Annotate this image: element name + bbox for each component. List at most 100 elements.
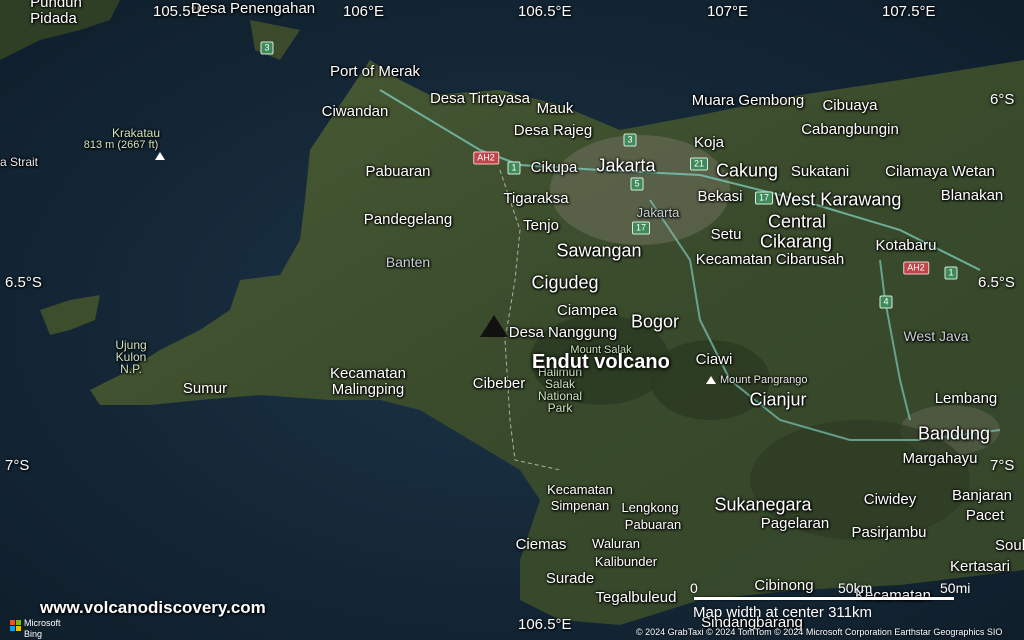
road-shield-3b: 3 [623,133,637,147]
place-sukanegara: Sukanegara [714,494,812,515]
place-penengahan: Desa Penengahan [190,0,316,17]
place-central: Central [767,211,827,232]
place-bekasi: Bekasi [697,188,743,205]
place-sumur: Sumur [182,380,228,397]
coord-top-106-5: 106.5°E [518,3,572,20]
krakatau-name: Krakatau [111,126,161,140]
place-bogor: Bogor [630,311,680,332]
place-ciampea: Ciampea [556,302,618,319]
place-koja: Koja [693,134,725,151]
place-tenjo: Tenjo [523,217,559,234]
place-cianjur: Cianjur [749,389,807,410]
scale-zero: 0 [690,580,698,596]
scale-mi: 50mi [940,580,971,596]
road-shield-ah2b: AH2 [903,261,929,275]
place-ciawi: Ciawi [695,351,733,368]
place-soul: Soul [995,537,1024,554]
ms-logo-yellow [16,626,21,631]
provider-bing: Bing [24,629,43,639]
road-shield-21: 21 [689,157,709,171]
road-shield-ah2: AH2 [473,151,499,165]
coord-right-6: 6°S [990,91,1015,108]
place-cakung: Cakung [715,160,779,181]
ujung-kulon-label: Ujung Kulon N.P. [115,338,147,376]
place-ciwidey: Ciwidey [863,491,917,508]
place-cibeber: Cibeber [472,375,526,392]
place-pabuaran-north: Pabuaran [365,163,431,180]
ms-logo-blue [10,626,15,631]
coord-right-7: 7°S [990,457,1015,474]
road-shield-5: 5 [630,177,644,191]
coord-top-106: 106°E [343,3,385,20]
place-cikarang: Cikarang [759,231,833,252]
place-lembang: Lembang [934,390,998,407]
place-banjaran: Banjaran [951,487,1013,504]
region-jakarta: Jakarta [636,205,680,220]
road-shield-1b: 1 [944,266,958,280]
volcano-title[interactable]: Endut volcano [532,351,670,374]
place-merak: Port of Merak [329,63,421,80]
coord-right-6-5: 6.5°S [978,274,1015,291]
place-cibuaya: Cibuaya [822,97,878,114]
place-pagelaran: Pagelaran [760,515,830,532]
map-attribution: © 2024 GrabTaxi © 2024 TomTom © 2024 Mic… [636,627,1003,637]
place-nanggung: Desa Nanggung [508,324,618,341]
place-sukatani: Sukatani [790,163,850,180]
place-cigudeg: Cigudeg [531,272,599,293]
scale-line [694,597,954,600]
place-pacet: Pacet [965,507,1005,524]
place-tigaraksa: Tigaraksa [503,190,569,207]
volcano-marker-icon[interactable] [480,315,508,337]
place-rajeg: Desa Rajeg [513,122,593,139]
region-west-java: West Java [903,328,969,344]
place-pasirjambu: Pasirjambu [851,524,927,541]
place-west-karawang: West Karawang [774,189,902,210]
scale-km: 50km [838,580,873,596]
place-pabuaran-south: Pabuaran [624,517,682,532]
place-tegalbuleud: Tegalbuleud [595,589,677,606]
coord-left-6-5: 6.5°S [5,274,42,291]
place-kalibunder: Kalibunder [594,554,658,569]
place-cilamaya: Cilamaya Wetan [885,163,995,180]
road-shield-17: 17 [754,191,774,205]
ms-logo-green [16,620,21,625]
region-banten: Banten [385,254,431,270]
road-shield-4: 4 [879,295,893,309]
place-setu: Setu [710,226,742,243]
place-blanakan: Blanakan [940,187,1004,204]
coord-top-107-5: 107.5°E [882,3,936,20]
place-cikupa: Cikupa [530,159,578,176]
place-mauk: Mauk [536,100,574,117]
place-surade: Surade [545,570,595,587]
coord-bottom-106-5: 106.5°E [518,616,572,633]
place-punduh: Punduh Pidada [30,0,82,27]
krakatau-peak-icon[interactable] [155,152,165,160]
place-margahayu: Margahayu [902,450,978,467]
map-width-text: Map width at center 311km [693,604,872,621]
road-shield-1: 1 [507,161,521,175]
place-tirtayasa: Desa Tirtayasa [429,90,531,107]
place-sawangan: Sawangan [556,240,642,261]
coord-top-107: 107°E [707,3,749,20]
place-waluran: Waluran [592,536,640,551]
place-cabangbungin: Cabangbungin [801,121,899,138]
pangrango-peak-icon[interactable] [706,376,716,384]
place-pandeglang: Pandegelang [363,211,453,228]
place-kertasari: Kertasari [949,558,1011,575]
place-kotabaru: Kotabaru [875,237,937,254]
place-jakarta: Jakarta [596,155,656,176]
place-ciemas: Ciemas [515,536,567,553]
coord-left-7: 7°S [5,457,30,474]
place-malingping: Kecamatan Malingping [330,365,406,398]
mount-pangrango-label: Mount Pangrango [720,374,808,386]
strait-label: a Strait [0,155,39,169]
place-ciwandan: Ciwandan [321,103,389,120]
road-shield-3: 3 [260,41,274,55]
place-bandung: Bandung [917,423,991,444]
provider-microsoft: Microsoft [24,618,61,628]
website-link[interactable]: www.volcanodiscovery.com [40,598,266,618]
road-shield-17b: 17 [631,221,651,235]
microsoft-bing-logo: Microsoft Bing [6,618,66,640]
ms-logo-red [10,620,15,625]
krakatau-elevation: 813 m (2667 ft) [83,139,159,151]
